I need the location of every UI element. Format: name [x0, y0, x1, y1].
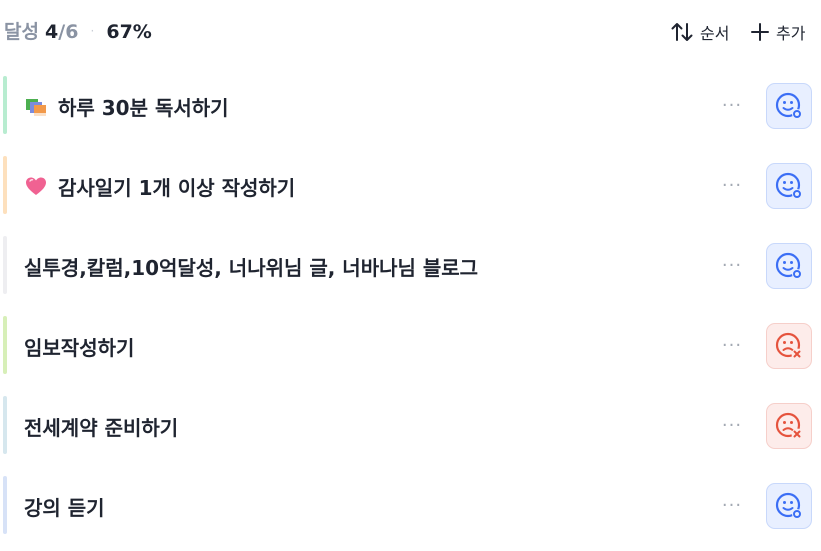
books-emoji-icon: [26, 99, 46, 116]
status-done-button[interactable]: [766, 483, 812, 529]
done-count: 4: [45, 21, 59, 43]
item-color-bar: [3, 396, 7, 454]
status-done-button[interactable]: [766, 163, 812, 209]
status-fail-button[interactable]: [766, 403, 812, 449]
item-color-bar: [3, 316, 7, 374]
goal-title: 감사일기 1개 이상 작성하기: [24, 172, 295, 200]
goal-title: 실투경,칼럼,10억달성, 너나위님 글, 너바나님 블로그: [24, 252, 478, 280]
goal-title-text: 실투경,칼럼,10억달성, 너나위님 글, 너바나님 블로그: [24, 255, 479, 280]
goal-item-lecture[interactable]: 강의 듣기 ···: [0, 470, 821, 540]
goal-title-text: 임보작성하기: [24, 335, 135, 360]
add-label: 추가: [776, 24, 806, 43]
more-options-button[interactable]: ···: [715, 170, 749, 200]
sort-arrows-icon: [671, 23, 693, 41]
goal-title-text: 감사일기 1개 이상 작성하기: [58, 175, 296, 200]
status-done-button[interactable]: [766, 83, 812, 129]
item-color-bar: [3, 76, 7, 134]
goal-item-reading-list[interactable]: 실투경,칼럼,10억달성, 너나위님 글, 너바나님 블로그 ···: [0, 230, 821, 300]
goal-item-gratitude[interactable]: 감사일기 1개 이상 작성하기 ···: [0, 150, 821, 220]
header: 달성 4/6 · 67% 순서 추가: [0, 0, 821, 64]
goal-title-text: 전세계약 준비하기: [24, 415, 179, 440]
goal-title: 임보작성하기: [24, 332, 134, 360]
goal-title-text: 강의 듣기: [24, 495, 105, 520]
progress-percent: 67%: [106, 21, 152, 43]
smile-face-icon: [775, 172, 802, 199]
progress-label: 달성: [4, 21, 39, 43]
item-color-bar: [3, 476, 7, 534]
total-count: /6: [58, 21, 79, 43]
sad-face-icon: [775, 332, 803, 360]
smile-face-icon: [775, 252, 802, 279]
sort-order-button[interactable]: 순서: [670, 18, 729, 46]
goal-item-report[interactable]: 임보작성하기 ···: [0, 310, 821, 380]
goal-title-text: 하루 30분 독서하기: [58, 95, 229, 120]
more-options-button[interactable]: ···: [715, 330, 749, 360]
goal-title: 강의 듣기: [24, 492, 105, 520]
more-options-button[interactable]: ···: [715, 90, 749, 120]
item-color-bar: [3, 236, 7, 294]
sort-order-label: 순서: [700, 24, 730, 43]
plus-icon: [751, 23, 769, 41]
pink-heart-emoji-icon: [26, 177, 46, 195]
smile-face-icon: [775, 92, 802, 119]
separator-dot: ·: [90, 24, 95, 38]
smile-face-icon: [775, 492, 802, 519]
more-options-button[interactable]: ···: [715, 410, 749, 440]
status-fail-button[interactable]: [766, 323, 812, 369]
progress-summary: 달성 4/6 · 67%: [4, 19, 152, 47]
sad-face-icon: [775, 412, 803, 440]
item-color-bar: [3, 156, 7, 214]
more-options-button[interactable]: ···: [715, 250, 749, 280]
goal-item-reading[interactable]: 하루 30분 독서하기 ···: [0, 70, 821, 140]
goal-title: 전세계약 준비하기: [24, 412, 178, 440]
goal-item-lease[interactable]: 전세계약 준비하기 ···: [0, 390, 821, 460]
goal-title: 하루 30분 독서하기: [24, 92, 229, 120]
add-button[interactable]: 추가: [750, 18, 805, 46]
status-done-button[interactable]: [766, 243, 812, 289]
more-options-button[interactable]: ···: [715, 490, 749, 520]
